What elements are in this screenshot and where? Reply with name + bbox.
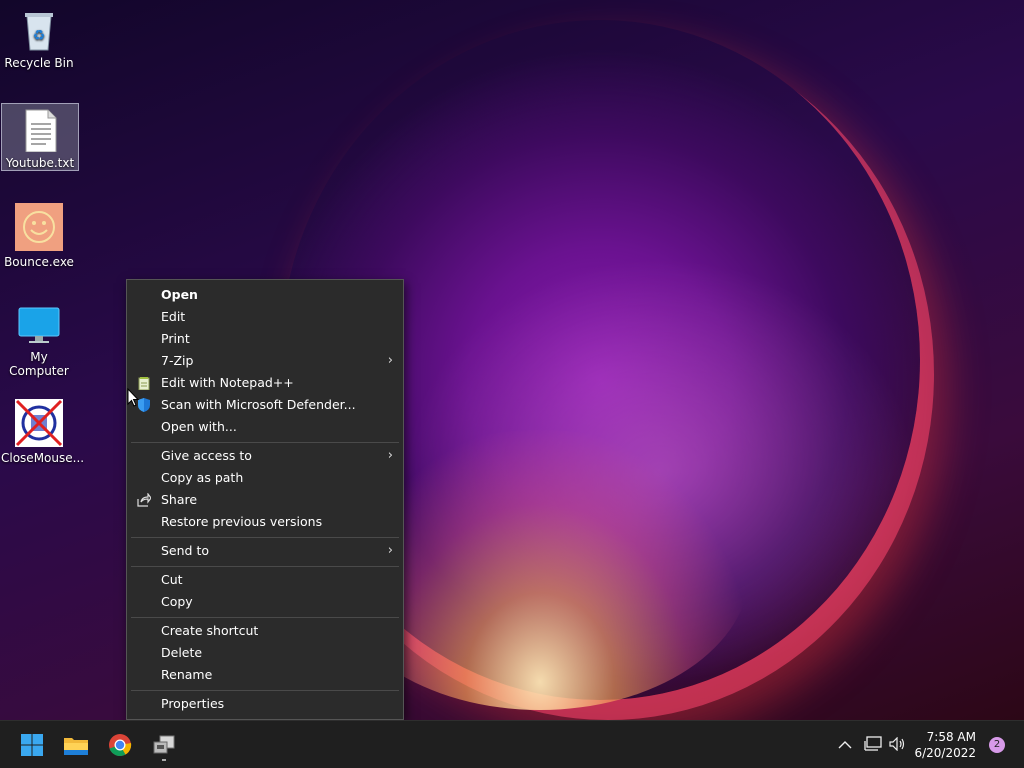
menu-separator <box>131 566 399 567</box>
clock-date: 6/20/2022 <box>914 746 976 760</box>
menu-item-send-to[interactable]: Send to › <box>127 540 403 562</box>
menu-item-rename[interactable]: Rename <box>127 664 403 686</box>
monitor-icon <box>17 302 61 346</box>
menu-item-label: Give access to <box>161 448 252 463</box>
menu-item-label: Create shortcut <box>161 623 259 638</box>
windows-start-icon[interactable] <box>16 729 48 761</box>
menu-item-open-with[interactable]: Open with... <box>127 416 403 438</box>
notification-count-badge[interactable]: 2 <box>989 737 1005 753</box>
menu-item-label: Restore previous versions <box>161 514 323 529</box>
menu-item-label: Delete <box>161 645 203 660</box>
menu-item-7zip[interactable]: 7-Zip › <box>127 350 403 372</box>
network-app-icon[interactable] <box>148 729 180 761</box>
menu-separator <box>131 537 399 538</box>
menu-item-edit[interactable]: Edit <box>127 306 403 328</box>
menu-item-open[interactable]: Open <box>127 284 403 306</box>
desktop-icon-label: Bounce.exe <box>4 255 74 269</box>
menu-item-label: Print <box>161 331 190 346</box>
menu-item-label: Copy as path <box>161 470 244 485</box>
menu-item-label: Cut <box>161 572 183 587</box>
defender-shield-icon <box>137 398 151 412</box>
desktop-icon-closemouse[interactable]: CloseMouse... <box>1 396 84 465</box>
menu-item-label: Open with... <box>161 419 237 434</box>
menu-item-label: Send to <box>161 543 210 558</box>
network-status-icon[interactable] <box>862 721 884 768</box>
desktop-icon-label: Recycle Bin <box>4 56 74 70</box>
menu-item-print[interactable]: Print <box>127 328 403 350</box>
menu-item-label: 7-Zip <box>161 353 194 368</box>
menu-item-edit-with-notepadpp[interactable]: Edit with Notepad++ <box>127 372 403 394</box>
menu-item-label: Copy <box>161 594 193 609</box>
chevron-right-icon: › <box>387 448 393 463</box>
chevron-right-icon: › <box>387 543 393 558</box>
desktop-icon-recycle-bin[interactable]: ♻ Recycle Bin <box>1 4 77 70</box>
menu-item-delete[interactable]: Delete <box>127 642 403 664</box>
chrome-icon[interactable] <box>104 729 136 761</box>
menu-item-share[interactable]: Share <box>127 489 403 511</box>
menu-item-cut[interactable]: Cut <box>127 569 403 591</box>
menu-separator <box>131 617 399 618</box>
tray-overflow-chevron[interactable] <box>836 721 856 768</box>
clock-time: 7:58 AM <box>926 730 976 744</box>
menu-item-copy[interactable]: Copy <box>127 591 403 613</box>
desktop-icon-label: CloseMouse... <box>1 451 85 465</box>
menu-item-properties[interactable]: Properties <box>127 693 403 715</box>
menu-item-restore-previous-versions[interactable]: Restore previous versions <box>127 511 403 533</box>
share-icon <box>137 492 152 507</box>
context-menu: Open Edit Print 7-Zip › Edit with Notepa… <box>126 279 404 720</box>
blocked-mouse-icon <box>15 399 63 447</box>
desktop-icon-label: Youtube.txt <box>5 156 75 170</box>
menu-item-label: Edit with Notepad++ <box>161 375 294 390</box>
file-explorer-icon[interactable] <box>60 729 92 761</box>
menu-item-scan-defender[interactable]: Scan with Microsoft Defender... <box>127 394 403 416</box>
desktop-icon-youtube-txt[interactable]: Youtube.txt <box>1 103 79 171</box>
smiley-app-icon <box>15 203 63 251</box>
menu-item-label: Rename <box>161 667 213 682</box>
text-file-icon <box>18 108 62 153</box>
taskbar: 7:58 AM 6/20/2022 2 <box>0 720 1024 768</box>
menu-item-label: Scan with Microsoft Defender... <box>161 397 356 412</box>
menu-item-label: Share <box>161 492 198 507</box>
taskbar-clock[interactable]: 7:58 AM 6/20/2022 <box>914 729 976 761</box>
speaker-volume-icon[interactable] <box>887 721 909 768</box>
desktop-icon-label: My Computer <box>9 350 69 378</box>
menu-item-give-access-to[interactable]: Give access to › <box>127 445 403 467</box>
desktop-icon-bounce-exe[interactable]: Bounce.exe <box>1 200 77 269</box>
menu-separator <box>131 442 399 443</box>
menu-separator <box>131 690 399 691</box>
desktop-icon-my-computer[interactable]: My Computer <box>1 298 77 378</box>
menu-item-create-shortcut[interactable]: Create shortcut <box>127 620 403 642</box>
recycle-bin-icon: ♻ <box>17 8 61 52</box>
svg-text:♻: ♻ <box>33 28 46 44</box>
menu-item-label: Open <box>161 287 198 302</box>
menu-item-copy-as-path[interactable]: Copy as path <box>127 467 403 489</box>
chevron-right-icon: › <box>387 353 393 368</box>
menu-item-label: Edit <box>161 309 186 324</box>
notepadpp-icon <box>137 376 151 391</box>
menu-item-label: Properties <box>161 696 225 711</box>
